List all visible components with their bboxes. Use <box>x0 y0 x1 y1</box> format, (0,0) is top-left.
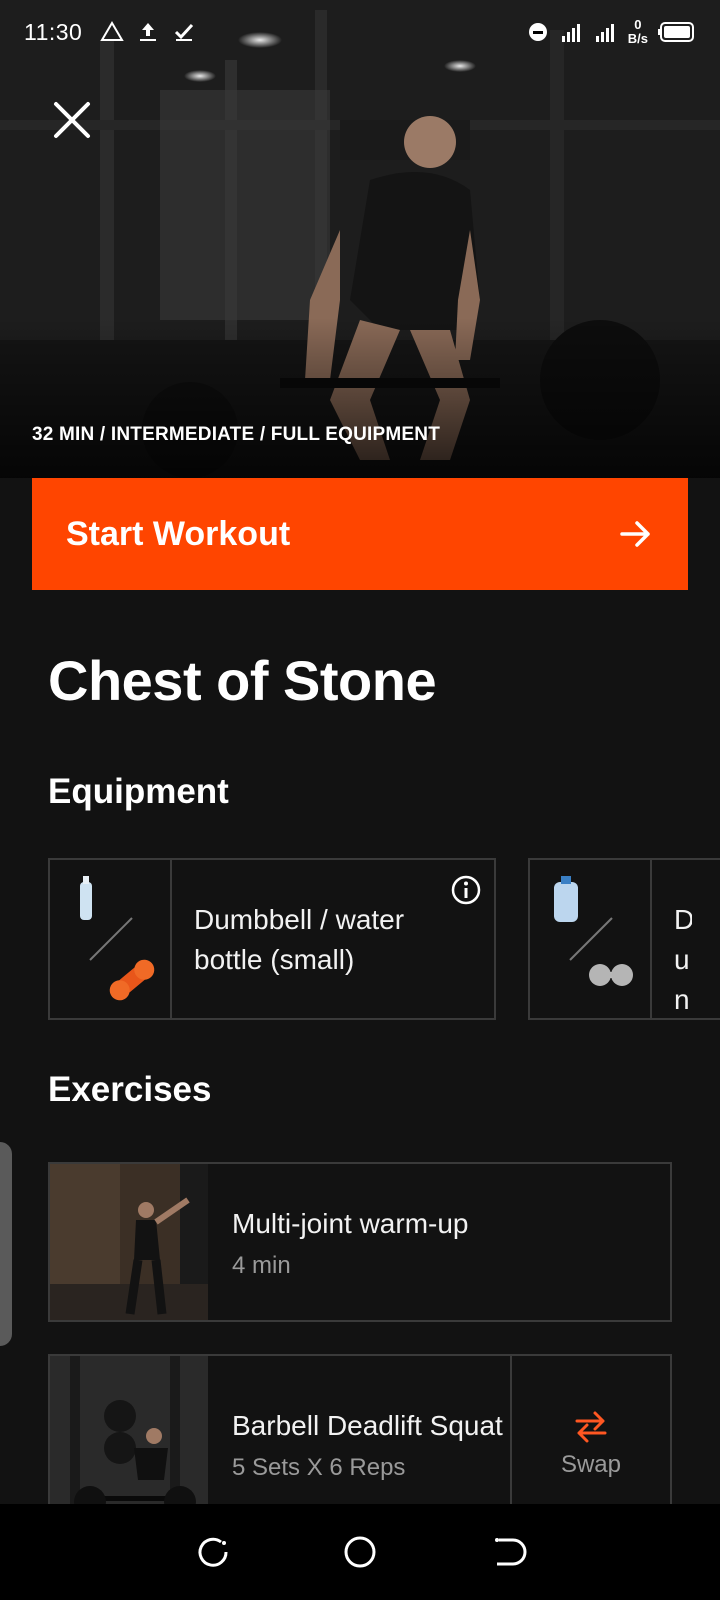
exercise-sets: 5 Sets X 6 Reps <box>232 1454 406 1481</box>
upload-icon <box>140 23 157 41</box>
workout-title: Chest of Stone <box>48 649 437 712</box>
equipment-label-partial: Dun bott <box>674 904 692 1015</box>
equipment-thumb <box>50 860 172 1018</box>
recent-apps-icon[interactable] <box>193 1532 233 1572</box>
signal-4g-icon <box>595 24 614 42</box>
equipment-label: Dumbbell / water bottle (small) <box>194 904 405 975</box>
net-speed: 0 B/s <box>628 18 648 46</box>
warmup-photo <box>50 1164 208 1320</box>
swap-icon <box>575 1411 607 1443</box>
hero-gradient <box>0 318 720 478</box>
info-icon[interactable] <box>450 874 482 906</box>
status-bar: 11:30 0 B/s <box>0 0 720 64</box>
equipment-card[interactable]: Dun bott <box>528 858 720 1020</box>
equipment-card[interactable]: Dumbbell / water bottle (small) <box>48 858 496 1020</box>
exercise-name: Multi-joint warm-up <box>232 1208 469 1239</box>
dnd-icon <box>528 23 547 41</box>
start-workout-label: Start Workout <box>66 514 291 553</box>
status-system-icons: 0 B/s <box>526 18 696 46</box>
exercise-row[interactable]: Multi-joint warm-up 4 min <box>48 1162 672 1322</box>
net-speed-unit: B/s <box>627 31 648 46</box>
navigation-bar <box>0 1504 720 1600</box>
start-workout-button[interactable]: Start Workout <box>32 478 688 590</box>
small-bottle-icon <box>80 876 155 1001</box>
exercise-name: Barbell Deadlift Squat <box>232 1410 503 1441</box>
warning-icon <box>100 21 125 41</box>
status-time: 11:30 <box>24 18 83 45</box>
exercise-duration: 4 min <box>232 1252 291 1279</box>
close-icon[interactable] <box>50 98 94 142</box>
swap-label: Swap <box>560 1451 622 1478</box>
equipment-thumb <box>530 860 652 1018</box>
hero-image <box>0 0 720 478</box>
exercise-info: Multi-joint warm-up 4 min <box>208 1164 670 1320</box>
exercise-thumb <box>50 1164 208 1320</box>
arrow-right-icon <box>620 521 650 547</box>
net-speed-value: 0 <box>634 17 642 32</box>
status-notification-icons <box>100 20 196 44</box>
battery-icon <box>658 22 694 42</box>
back-icon[interactable] <box>487 1532 527 1572</box>
large-bottle-icon <box>554 876 633 986</box>
home-icon[interactable] <box>340 1532 380 1572</box>
check-icon <box>175 23 194 41</box>
equipment-heading: Equipment <box>48 772 229 811</box>
exercises-heading: Exercises <box>48 1070 212 1109</box>
edge-panel-handle[interactable] <box>0 1142 12 1346</box>
workout-meta: 32 MIN / INTERMEDIATE / FULL EQUIPMENT <box>32 424 441 445</box>
signal-icon <box>561 24 580 42</box>
equipment-list[interactable]: Dumbbell / water bottle (small) Dun bott <box>48 858 720 1022</box>
